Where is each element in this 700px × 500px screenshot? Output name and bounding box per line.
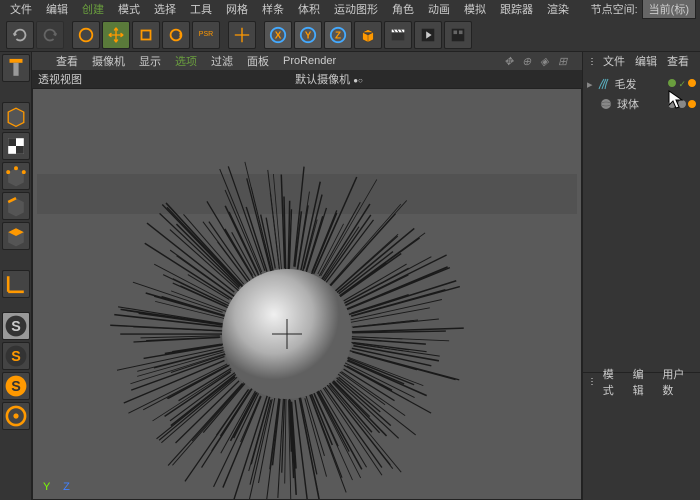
menu-mode[interactable]: 模式: [112, 0, 146, 19]
point-mode[interactable]: [2, 162, 30, 190]
menu-mesh[interactable]: 网格: [220, 0, 254, 19]
axis-z-label: Z: [63, 481, 70, 493]
viewport-header: 透视视图 默认摄像机 ●○: [32, 70, 582, 88]
expand-icon[interactable]: ▸: [587, 78, 593, 91]
hamburger-icon[interactable]: [587, 376, 597, 387]
viewport-menubar: 查看 摄像机 显示 选项 过滤 面板 ProRender ✥ ⊕ ◈ ⊞: [32, 52, 582, 70]
vp-menu-options[interactable]: 选项: [169, 51, 203, 71]
vp-nav-icon2[interactable]: ⊕: [522, 55, 534, 67]
hair-icon: [597, 77, 611, 91]
object-manager: 文件 编辑 查看 ▸ 毛发 ✓ 球体 模式 编辑 用户数: [582, 52, 700, 500]
menu-tools[interactable]: 工具: [184, 0, 218, 19]
vp-nav-icon1[interactable]: ✥: [504, 55, 516, 67]
vp-menu-panel[interactable]: 面板: [241, 51, 275, 71]
nodespace-area: 节点空间: 当前(标): [587, 0, 700, 18]
vp-menu-filter[interactable]: 过滤: [205, 51, 239, 71]
viewport-canvas[interactable]: Y Z: [32, 88, 582, 500]
redo-button[interactable]: [36, 21, 64, 49]
workplane-tool[interactable]: [2, 402, 30, 430]
scene-render: [33, 89, 581, 499]
object-mode[interactable]: [2, 102, 30, 130]
vp-menu-display[interactable]: 显示: [133, 51, 167, 71]
om-menu-view[interactable]: 查看: [663, 51, 693, 71]
menu-volume[interactable]: 体积: [292, 0, 326, 19]
axis-y-label: Y: [43, 481, 50, 493]
render-queue-icon[interactable]: [444, 21, 472, 49]
view-label: 透视视图: [38, 71, 82, 87]
vp-nav-icon4[interactable]: ⊞: [558, 55, 570, 67]
nodespace-dropdown[interactable]: 当前(标): [642, 0, 696, 19]
model-mode[interactable]: [2, 54, 30, 82]
menu-tracker[interactable]: 跟踪器: [494, 0, 539, 19]
om-menu-edit[interactable]: 编辑: [631, 51, 661, 71]
z-axis-button[interactable]: Z: [324, 21, 352, 49]
menu-create[interactable]: 创建: [76, 0, 110, 19]
om-menu-file[interactable]: 文件: [599, 51, 629, 71]
object-row-sphere[interactable]: 球体: [587, 94, 696, 114]
menu-file[interactable]: 文件: [4, 0, 38, 19]
object-tree[interactable]: ▸ 毛发 ✓ 球体: [583, 70, 700, 372]
coord-tool[interactable]: [228, 21, 256, 49]
hamburger-icon[interactable]: [587, 56, 597, 67]
axis-gizmo: Y Z: [43, 481, 70, 493]
menu-select[interactable]: 选择: [148, 0, 182, 19]
menu-animate[interactable]: 动画: [422, 0, 456, 19]
svg-text:X: X: [275, 30, 282, 41]
visibility-dot[interactable]: [668, 79, 676, 87]
svg-text:Y: Y: [305, 30, 312, 41]
check-icon[interactable]: ✓: [678, 79, 686, 90]
render-dot[interactable]: [678, 100, 686, 108]
left-toolbar: S S S: [0, 52, 32, 500]
menu-render[interactable]: 渲染: [541, 0, 575, 19]
snap-s3[interactable]: S: [2, 372, 30, 400]
attribute-menubar: 模式 编辑 用户数: [583, 372, 700, 390]
psr-tool[interactable]: PSR: [192, 21, 220, 49]
snap-s2[interactable]: S: [2, 342, 30, 370]
vp-menu-view[interactable]: 查看: [50, 51, 84, 71]
x-axis-button[interactable]: X: [264, 21, 292, 49]
axis-mode[interactable]: [2, 270, 30, 298]
menu-spline[interactable]: 样条: [256, 0, 290, 19]
menu-mograph[interactable]: 运动图形: [328, 0, 384, 19]
scale-tool[interactable]: [132, 21, 160, 49]
cube-primitive[interactable]: [354, 21, 382, 49]
nodespace-label: 节点空间:: [591, 1, 638, 17]
menu-simulate[interactable]: 模拟: [458, 0, 492, 19]
tag-dot[interactable]: [688, 79, 696, 87]
om-menubar: 文件 编辑 查看: [583, 52, 700, 70]
visibility-dot[interactable]: [668, 100, 676, 108]
menu-character[interactable]: 角色: [386, 0, 420, 19]
sphere-icon: [599, 97, 613, 111]
main-toolbar: PSR X Y Z: [0, 18, 700, 52]
undo-button[interactable]: [6, 21, 34, 49]
menu-edit[interactable]: 编辑: [40, 0, 74, 19]
object-name[interactable]: 毛发: [615, 76, 637, 92]
svg-text:Z: Z: [335, 30, 341, 41]
vp-menu-camera[interactable]: 摄像机: [86, 51, 131, 71]
snap-s1[interactable]: S: [2, 312, 30, 340]
object-row-hair[interactable]: ▸ 毛发 ✓: [587, 74, 696, 94]
viewport-panel: 查看 摄像机 显示 选项 过滤 面板 ProRender ✥ ⊕ ◈ ⊞ 透视视…: [32, 52, 582, 500]
polygon-mode[interactable]: [2, 222, 30, 250]
clapboard-icon[interactable]: [384, 21, 412, 49]
attribute-area: [583, 390, 700, 500]
hamburger-icon[interactable]: [36, 56, 48, 67]
vp-nav-icon3[interactable]: ◈: [540, 55, 552, 67]
svg-text:S: S: [11, 379, 21, 395]
move-tool[interactable]: [102, 21, 130, 49]
rotate-tool[interactable]: [162, 21, 190, 49]
texture-mode[interactable]: [2, 132, 30, 160]
y-axis-button[interactable]: Y: [294, 21, 322, 49]
svg-text:S: S: [11, 319, 21, 335]
vp-menu-prorender[interactable]: ProRender: [277, 53, 342, 69]
camera-label: 默认摄像机 ●○: [295, 71, 363, 87]
object-name[interactable]: 球体: [617, 96, 639, 112]
play-button[interactable]: [414, 21, 442, 49]
select-tool[interactable]: [72, 21, 100, 49]
tag-dot[interactable]: [688, 100, 696, 108]
edge-mode[interactable]: [2, 192, 30, 220]
svg-text:S: S: [11, 349, 21, 365]
